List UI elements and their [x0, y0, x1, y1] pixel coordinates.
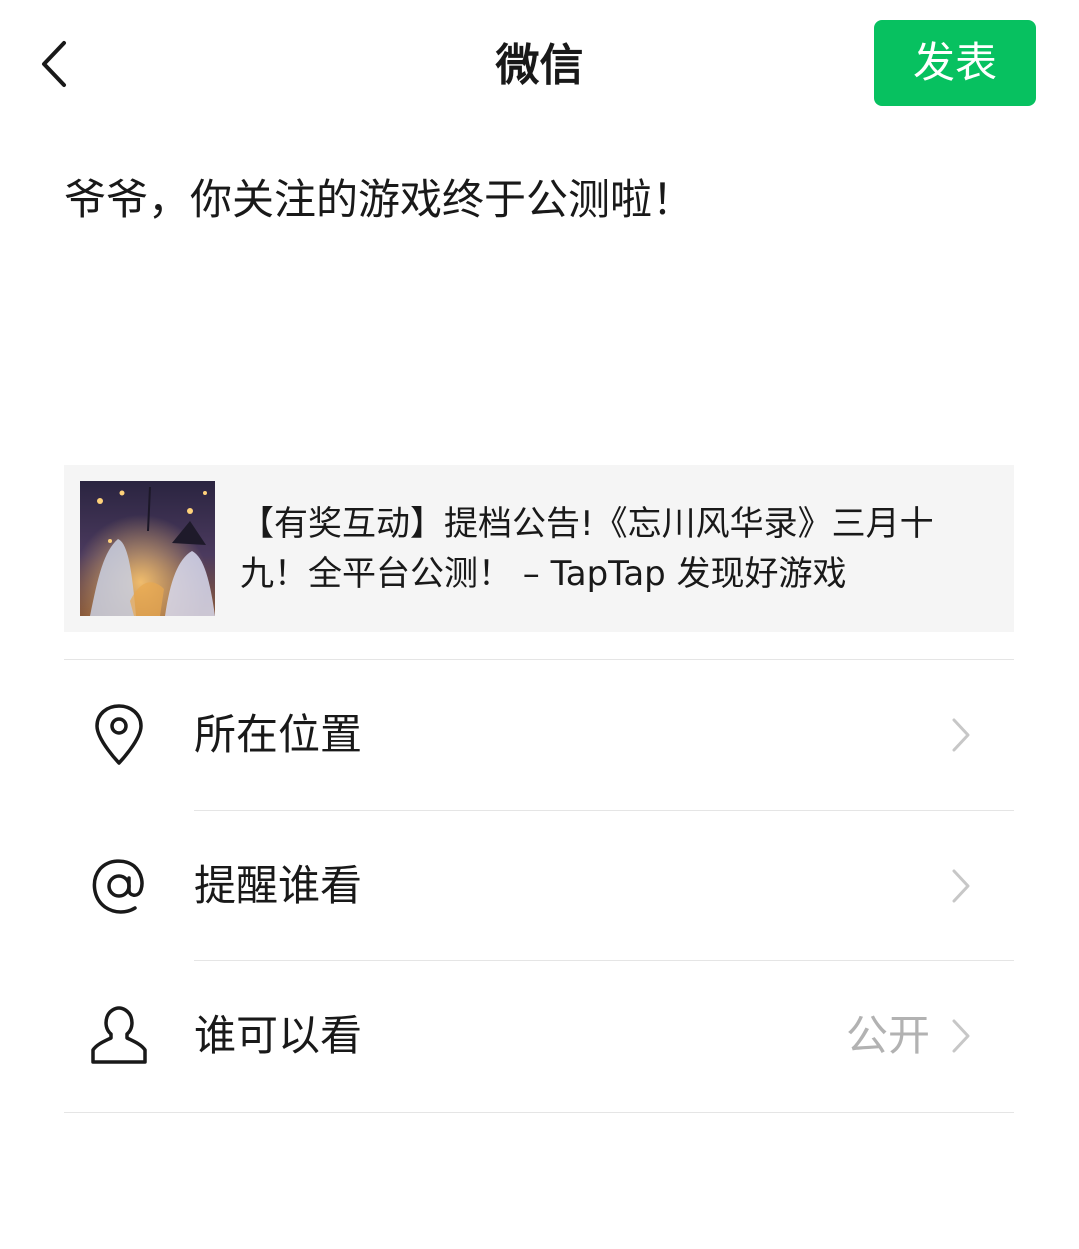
- shared-link-title: 【有奖互动】提档公告!《忘川风华录》三月十九！全平台公测！ – TapTap 发…: [240, 504, 934, 594]
- post-text-input[interactable]: 爷爷，你关注的游戏终于公测啦！: [64, 172, 1014, 228]
- visibility-value: 公开: [845, 1011, 930, 1060]
- visibility-option[interactable]: 谁可以看 公开: [64, 961, 1014, 1111]
- at-sign-icon: [84, 851, 154, 921]
- mention-label: 提醒谁看: [194, 861, 363, 910]
- visibility-label: 谁可以看: [194, 1011, 363, 1060]
- person-icon: [84, 1001, 154, 1071]
- chevron-right-icon: [952, 1019, 970, 1053]
- location-option[interactable]: 所在位置: [64, 660, 1014, 810]
- location-label: 所在位置: [194, 710, 363, 759]
- share-thumbnail: [80, 481, 215, 616]
- chevron-right-icon: [952, 869, 970, 903]
- divider: [64, 1112, 1014, 1113]
- shared-link-card[interactable]: 【有奖互动】提档公告!《忘川风华录》三月十九！全平台公测！ – TapTap 发…: [64, 465, 1014, 632]
- location-pin-icon: [84, 700, 154, 770]
- chevron-right-icon: [952, 718, 970, 752]
- publish-button[interactable]: 发表: [874, 20, 1036, 106]
- mention-option[interactable]: 提醒谁看: [64, 811, 1014, 961]
